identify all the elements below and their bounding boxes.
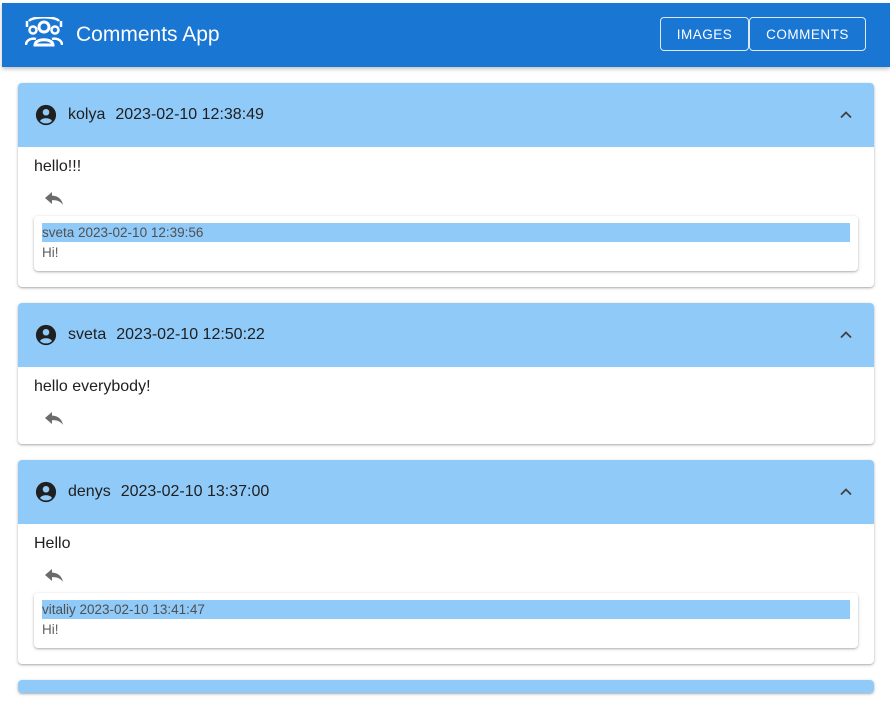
account-circle-icon [35,481,57,503]
comment-date: 2023-02-10 12:38:49 [115,106,264,123]
nav-images-button[interactable]: IMAGES [660,17,749,51]
comment-card: sveta 2023-02-10 12:50:22 hello everybody… [18,303,874,444]
comment-text: hello!!! [34,158,82,175]
reply-card: vitaliy 2023-02-10 13:41:47 Hi! [34,593,858,648]
comment-body: hello!!! sveta 2023-02-10 12:39:56 Hi! [18,147,874,271]
account-circle-icon [35,104,57,126]
comment-body: hello everybody! [18,367,874,444]
comment-author: sveta [68,326,107,343]
comment-card: denys 2023-02-10 13:37:00 Hello vitaliy 2… [18,460,874,664]
reply-meta: vitaliy 2023-02-10 13:41:47 [42,600,850,619]
chevron-up-icon[interactable] [838,484,854,500]
comment-header[interactable] [18,680,874,693]
people-group-icon [25,17,63,47]
reply-text: Hi! [42,622,59,637]
reply-card: sveta 2023-02-10 12:39:56 Hi! [34,216,858,271]
comment-text: Hello [34,535,71,552]
comment-feed: kolya 2023-02-10 12:38:49 hello!!! sveta … [18,83,874,693]
comment-author-line: denys 2023-02-10 13:37:00 [68,482,269,502]
comment-card-partial [18,680,874,693]
comment-author-line: sveta 2023-02-10 12:50:22 [68,325,265,345]
comment-card: kolya 2023-02-10 12:38:49 hello!!! sveta … [18,83,874,287]
chevron-up-icon[interactable] [838,107,854,123]
comment-header[interactable]: kolya 2023-02-10 12:38:49 [18,83,874,147]
app-title: Comments App [76,23,220,46]
account-circle-icon [35,324,57,346]
comment-body: Hello vitaliy 2023-02-10 13:41:47 Hi! [18,524,874,648]
comment-date: 2023-02-10 12:50:22 [116,326,265,343]
comment-author: kolya [68,106,106,123]
reply-text: Hi! [42,245,59,260]
reply-meta: sveta 2023-02-10 12:39:56 [42,223,850,242]
comment-author-line: kolya 2023-02-10 12:38:49 [68,105,264,125]
comment-author: denys [68,483,111,500]
app-bar: Comments App IMAGES COMMENTS [2,3,890,67]
comment-date: 2023-02-10 13:37:00 [120,483,270,500]
comment-header[interactable]: sveta 2023-02-10 12:50:22 [18,303,874,367]
reply-icon[interactable] [44,410,64,426]
reply-icon[interactable] [44,190,64,206]
chevron-up-icon[interactable] [838,327,854,343]
comment-text: hello everybody! [34,378,151,395]
nav-comments-button[interactable]: COMMENTS [749,17,866,51]
comment-header[interactable]: denys 2023-02-10 13:37:00 [18,460,874,524]
reply-icon[interactable] [44,567,64,583]
